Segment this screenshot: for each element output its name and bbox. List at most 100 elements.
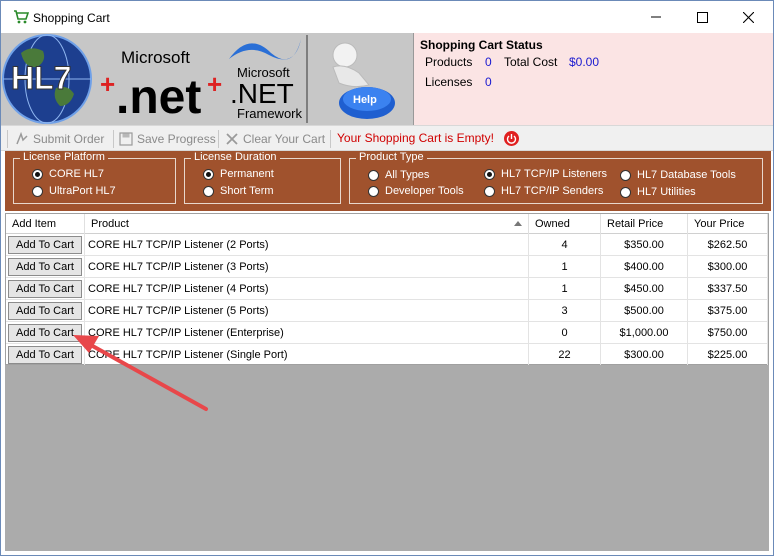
radio-ultraport-hl7[interactable]: UltraPort HL7 <box>32 185 116 197</box>
radio-developer-tools[interactable]: Developer Tools <box>368 185 464 197</box>
radio-ultraport-hl7-label: UltraPort HL7 <box>49 185 116 197</box>
add-to-cart-button[interactable]: Add To Cart <box>8 324 82 342</box>
radio-dot <box>203 185 214 197</box>
power-glyph <box>506 134 517 144</box>
products-value: 0 <box>485 55 492 69</box>
radio-core-hl7-label: CORE HL7 <box>49 168 105 180</box>
cart-status-panel: Shopping Cart Status Products 0 Total Co… <box>413 33 773 125</box>
license-platform-title: License Platform <box>20 151 108 163</box>
add-to-cart-button[interactable]: Add To Cart <box>8 236 82 254</box>
add-item-cell: Add To Cart <box>6 234 85 256</box>
retail-price-cell: $500.00 <box>601 300 688 322</box>
add-item-cell: Add To Cart <box>6 322 85 344</box>
toolbar-separator <box>218 130 219 148</box>
column-header-product-label: Product <box>91 218 129 230</box>
radio-hl7-tcpip-listeners[interactable]: HL7 TCP/IP Listeners <box>484 168 607 180</box>
add-to-cart-button[interactable]: Add To Cart <box>8 258 82 276</box>
radio-hl7-utilities[interactable]: HL7 Utilities <box>620 186 696 198</box>
close-icon <box>742 11 754 23</box>
help-figure-icon[interactable]: Help <box>332 42 395 119</box>
column-header-your-price[interactable]: Your Price <box>688 214 768 234</box>
radio-hl7-tcpip-senders-label: HL7 TCP/IP Senders <box>501 185 604 197</box>
hl7-logo-text: HL7 <box>11 60 71 96</box>
clear-cart-icon <box>226 133 238 145</box>
column-header-owned[interactable]: Owned <box>529 214 601 234</box>
radio-hl7-database-tools[interactable]: HL7 Database Tools <box>620 169 736 181</box>
license-duration-group: License Duration Permanent Short Term <box>184 151 341 204</box>
minimize-button[interactable] <box>633 1 679 33</box>
clear-cart-label: Clear Your Cart <box>243 132 326 146</box>
radio-hl7-tcpip-senders[interactable]: HL7 TCP/IP Senders <box>484 185 603 197</box>
product-cell: CORE HL7 TCP/IP Listener (2 Ports) <box>85 234 529 256</box>
radio-dot <box>484 185 495 197</box>
add-item-cell: Add To Cart <box>6 256 85 278</box>
cart-empty-message: Your Shopping Cart is Empty! <box>337 131 494 145</box>
radio-permanent-label: Permanent <box>220 168 274 180</box>
shopping-cart-window: Shopping Cart HL7 + Microsoft .net + Mic… <box>0 0 774 556</box>
microsoft-text: Microsoft <box>121 48 190 67</box>
minimize-icon <box>651 16 661 18</box>
your-price-cell: $375.00 <box>688 300 768 322</box>
plus-icon: + <box>100 69 115 99</box>
radio-permanent[interactable]: Permanent <box>203 168 274 180</box>
owned-cell: 1 <box>529 278 601 300</box>
radio-dot-selected <box>484 168 495 180</box>
submit-order-button[interactable]: Submit Order <box>15 130 104 148</box>
radio-hl7-utilities-label: HL7 Utilities <box>637 186 696 198</box>
radio-dot <box>620 169 631 181</box>
toolbar-separator <box>113 130 114 148</box>
radio-dot <box>620 186 631 198</box>
header-banner: HL7 + Microsoft .net + Microsoft .NET Fr… <box>1 33 773 125</box>
sort-ascending-icon <box>514 221 522 226</box>
window-title: Shopping Cart <box>33 11 110 25</box>
your-price-cell: $262.50 <box>688 234 768 256</box>
add-item-cell: Add To Cart <box>6 300 85 322</box>
product-cell: CORE HL7 TCP/IP Listener (5 Ports) <box>85 300 529 322</box>
plus-icon: + <box>207 69 222 99</box>
maximize-icon <box>696 11 708 23</box>
hl7-globe-logo: HL7 <box>2 34 92 124</box>
add-item-cell: Add To Cart <box>6 278 85 300</box>
column-header-retail-price[interactable]: Retail Price <box>601 214 688 234</box>
retail-price-cell: $400.00 <box>601 256 688 278</box>
license-duration-title: License Duration <box>191 151 280 163</box>
add-to-cart-button[interactable]: Add To Cart <box>8 302 82 320</box>
your-price-cell: $337.50 <box>688 278 768 300</box>
product-type-group: Product Type All Types Developer Tools H… <box>349 151 763 204</box>
radio-core-hl7[interactable]: CORE HL7 <box>32 168 104 180</box>
licenses-label: Licenses <box>425 75 473 89</box>
net-framework-text: Framework <box>237 106 303 121</box>
retail-price-cell: $1,000.00 <box>601 322 688 344</box>
submit-order-icon <box>16 132 28 145</box>
product-cell: CORE HL7 TCP/IP Listener (4 Ports) <box>85 278 529 300</box>
radio-short-term[interactable]: Short Term <box>203 185 274 197</box>
dotnet-logo-text: .net <box>116 71 201 124</box>
toolbar: Submit Order Save Progress Clear Your Ca… <box>1 125 773 151</box>
total-cost-value: $0.00 <box>569 55 600 69</box>
product-type-title: Product Type <box>356 151 427 163</box>
submit-order-label: Submit Order <box>33 132 105 146</box>
grid-empty-area <box>5 365 769 551</box>
license-platform-group: License Platform CORE HL7 UltraPort HL7 <box>13 151 176 204</box>
your-price-cell: $300.00 <box>688 256 768 278</box>
toolbar-separator <box>330 130 331 148</box>
product-cell: CORE HL7 TCP/IP Listener (Single Port) <box>85 344 529 366</box>
save-progress-label: Save Progress <box>137 132 216 146</box>
add-to-cart-button[interactable]: Add To Cart <box>8 346 82 364</box>
column-header-add-item[interactable]: Add Item <box>6 214 85 234</box>
retail-price-cell: $300.00 <box>601 344 688 366</box>
clear-cart-button[interactable]: Clear Your Cart <box>225 130 325 148</box>
column-header-product[interactable]: Product <box>85 214 529 234</box>
title-bar: Shopping Cart <box>1 1 773 33</box>
product-logos: HL7 + Microsoft .net + Microsoft .NET Fr… <box>2 34 395 124</box>
close-button[interactable] <box>725 1 771 33</box>
owned-cell: 22 <box>529 344 601 366</box>
add-to-cart-button[interactable]: Add To Cart <box>8 280 82 298</box>
power-icon[interactable] <box>504 131 519 146</box>
radio-all-types-label: All Types <box>385 169 430 181</box>
retail-price-cell: $350.00 <box>601 234 688 256</box>
maximize-button[interactable] <box>679 1 725 33</box>
save-progress-button[interactable]: Save Progress <box>119 130 216 148</box>
save-icon <box>119 132 133 146</box>
radio-all-types[interactable]: All Types <box>368 169 429 181</box>
